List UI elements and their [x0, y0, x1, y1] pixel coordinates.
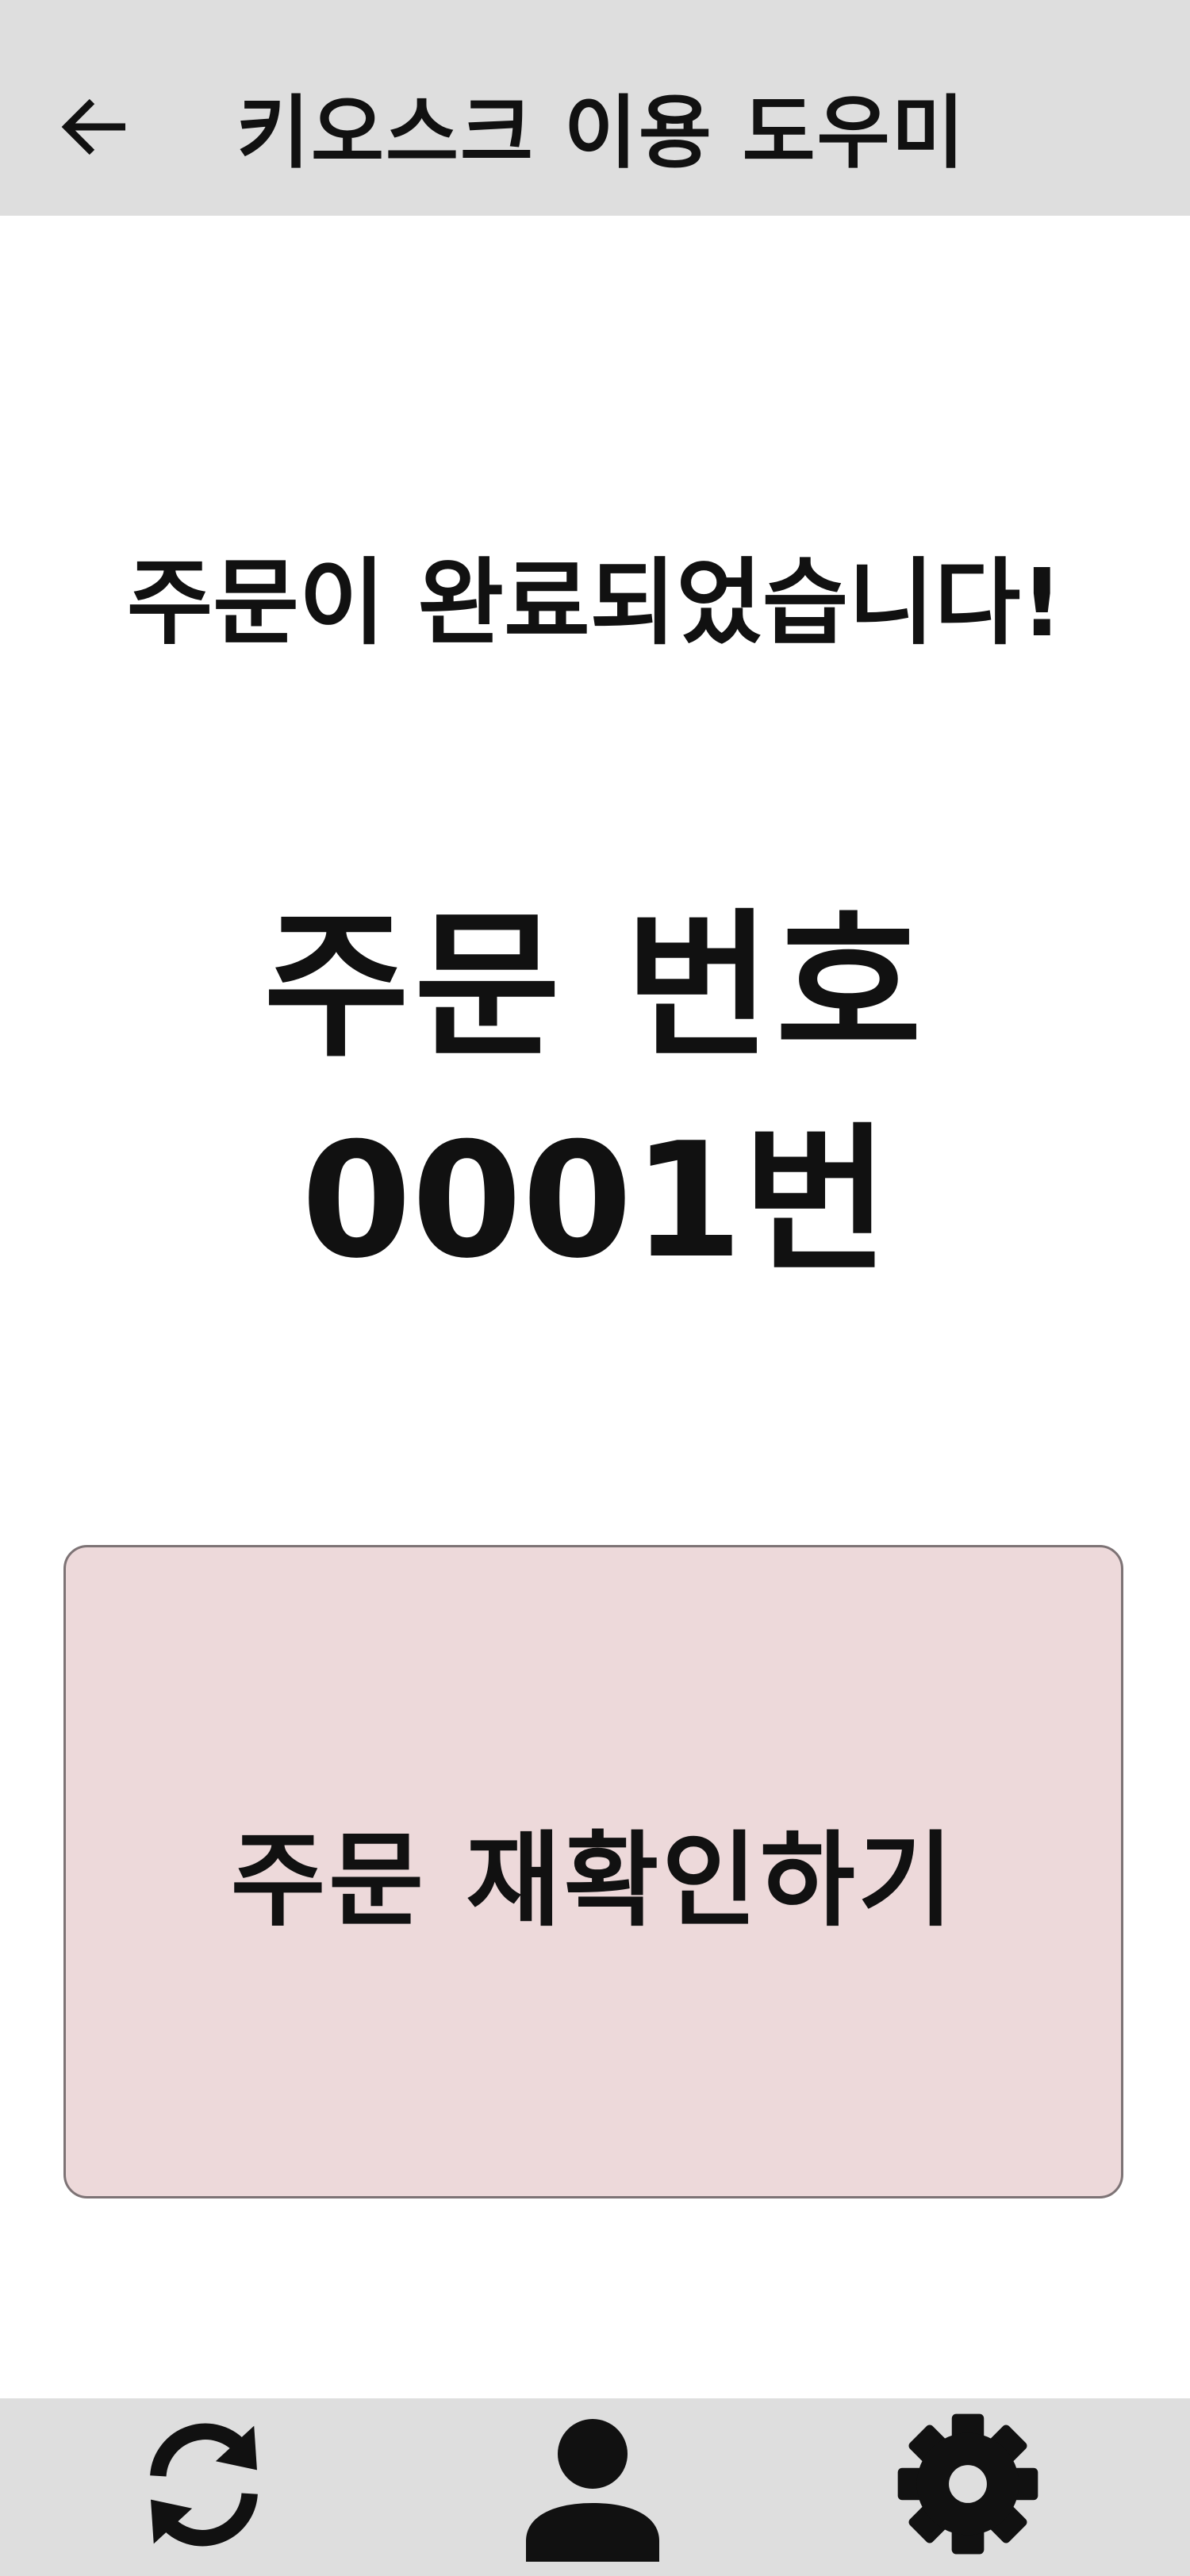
- app-title: 키오스크 이용 도우미: [236, 86, 966, 179]
- bottom-nav-bar: [0, 2398, 1190, 2576]
- profile-button[interactable]: [513, 2411, 672, 2570]
- settings-button[interactable]: [889, 2411, 1047, 2570]
- refresh-icon: [150, 2423, 258, 2547]
- user-icon: [526, 2419, 659, 2562]
- gear-icon: [897, 2413, 1038, 2555]
- order-number-label: 주문 번호: [263, 895, 927, 1079]
- order-complete-message: 주문이 완료되었습니다!: [126, 548, 1064, 657]
- back-button[interactable]: [48, 79, 143, 174]
- top-app-bar: 키오스크 이용 도우미: [0, 0, 1190, 216]
- recheck-order-label: 주문 재확인하기: [230, 1820, 957, 1941]
- recheck-order-button[interactable]: 주문 재확인하기: [63, 1545, 1123, 2198]
- arrow-left-icon: [61, 98, 125, 155]
- refresh-button[interactable]: [125, 2411, 283, 2570]
- order-number-value: 0001번: [301, 1109, 889, 1294]
